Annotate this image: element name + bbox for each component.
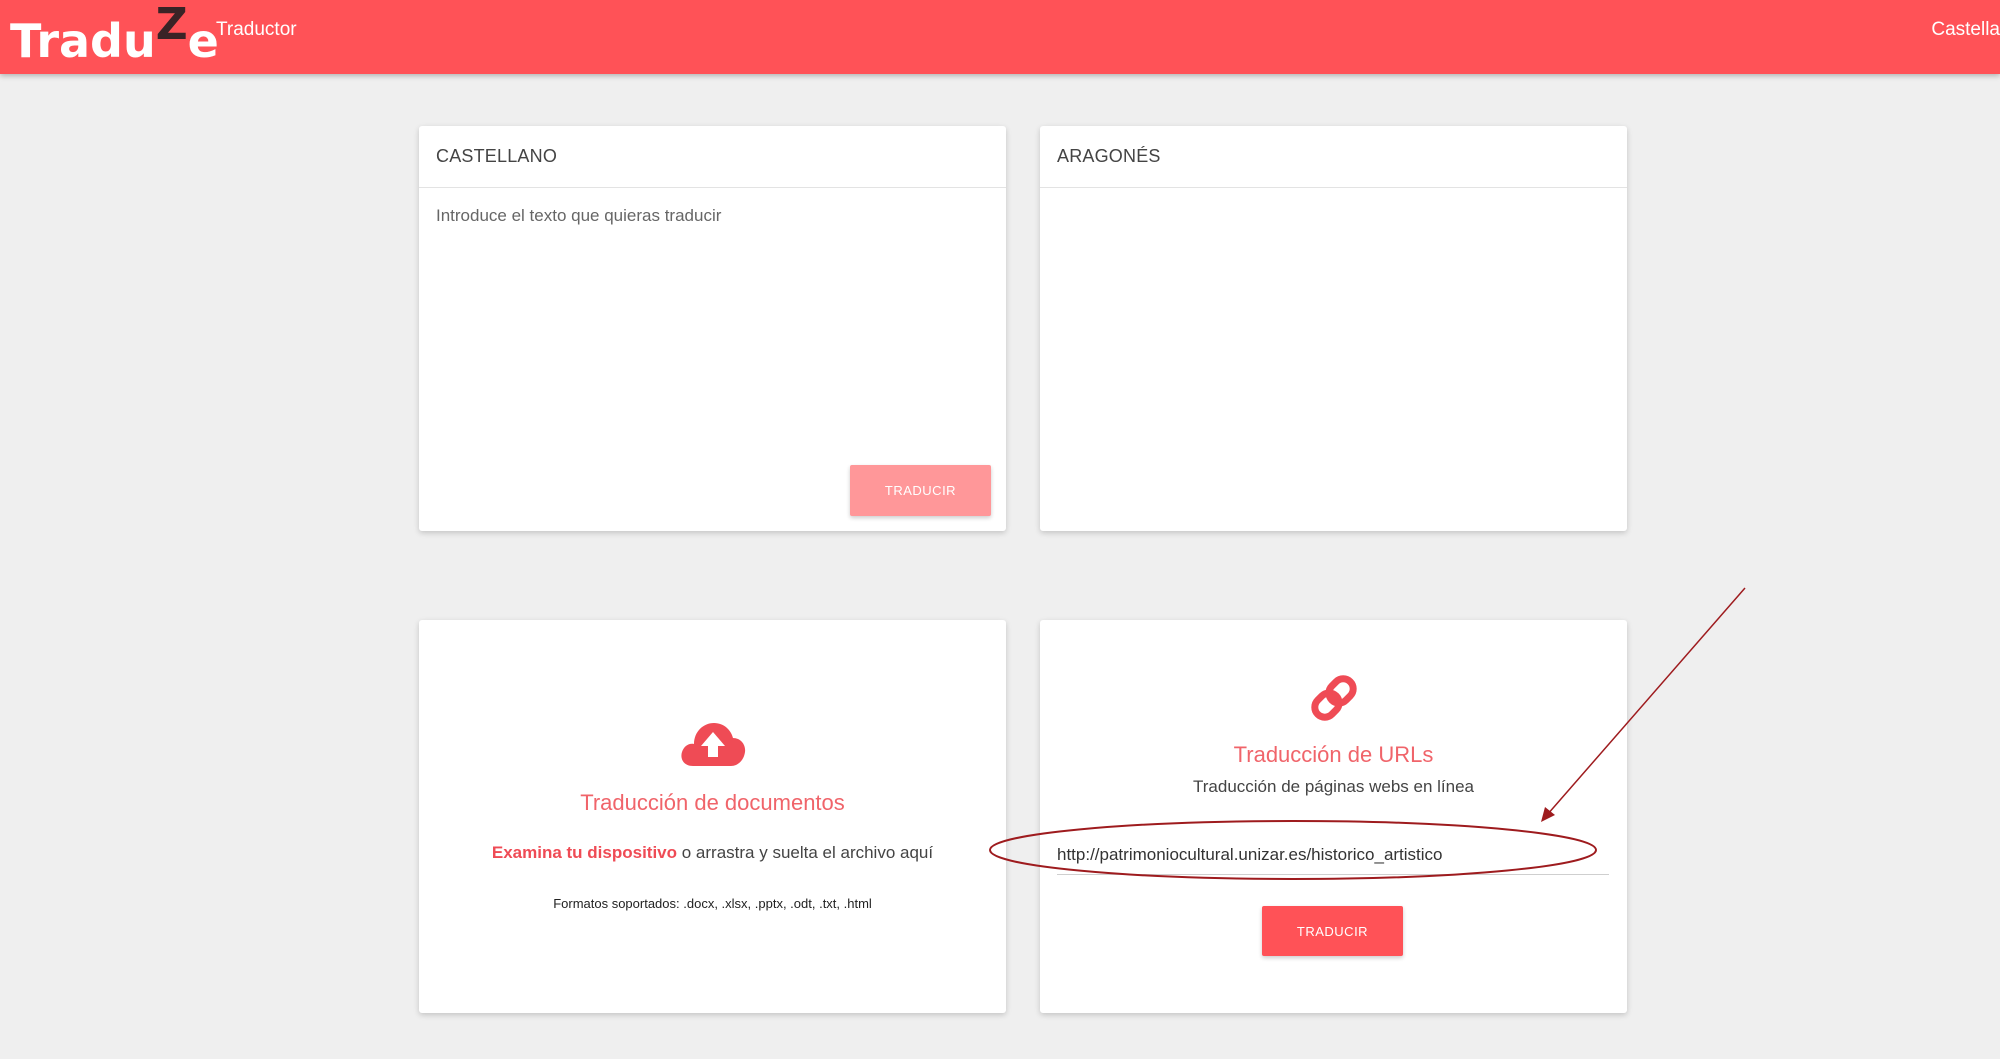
urls-subtitle: Traducción de páginas webs en línea: [1193, 777, 1474, 796]
url-translation-card: Traducción de URLs Traducción de páginas…: [1040, 620, 1627, 1013]
source-text-card: CASTELLANO Introduce el texto que quiera…: [419, 126, 1006, 531]
traduze-logo[interactable]: TraduZe: [10, 0, 219, 68]
cloud-upload-icon[interactable]: [419, 720, 1006, 773]
source-language-label[interactable]: CASTELLANO: [419, 126, 1006, 188]
drop-instructions: o arrastra y suelta el archivo aquí: [677, 843, 934, 862]
documents-instructions: Examina tu dispositivo o arrastra y suel…: [419, 843, 1006, 863]
documents-title: Traducción de documentos: [580, 790, 845, 815]
supported-formats: Formatos soportados: .docx, .xlsx, .pptx…: [553, 896, 872, 911]
top-bar: TraduZe Traductor Castella: [0, 0, 2000, 74]
language-selector[interactable]: Castella: [1931, 19, 2000, 41]
document-translation-card[interactable]: Traducción de documentos Examina tu disp…: [419, 620, 1006, 1013]
browse-device-link[interactable]: Examina tu dispositivo: [492, 843, 677, 862]
logo-z: Z: [155, 0, 188, 50]
translate-url-button[interactable]: TRADUCIR: [1262, 906, 1403, 956]
link-icon: [1040, 668, 1627, 733]
nav-traductor-link[interactable]: Traductor: [216, 19, 297, 41]
logo-prefix: Tradu: [10, 14, 156, 68]
logo-suffix: e: [187, 14, 219, 68]
target-language-label[interactable]: ARAGONÉS: [1040, 126, 1627, 188]
source-text-input[interactable]: Introduce el texto que quieras traducir: [436, 206, 986, 226]
target-text-card: ARAGONÉS: [1040, 126, 1627, 531]
url-input[interactable]: [1057, 836, 1609, 875]
urls-title: Traducción de URLs: [1233, 742, 1434, 767]
translate-text-button[interactable]: TRADUCIR: [850, 465, 991, 516]
